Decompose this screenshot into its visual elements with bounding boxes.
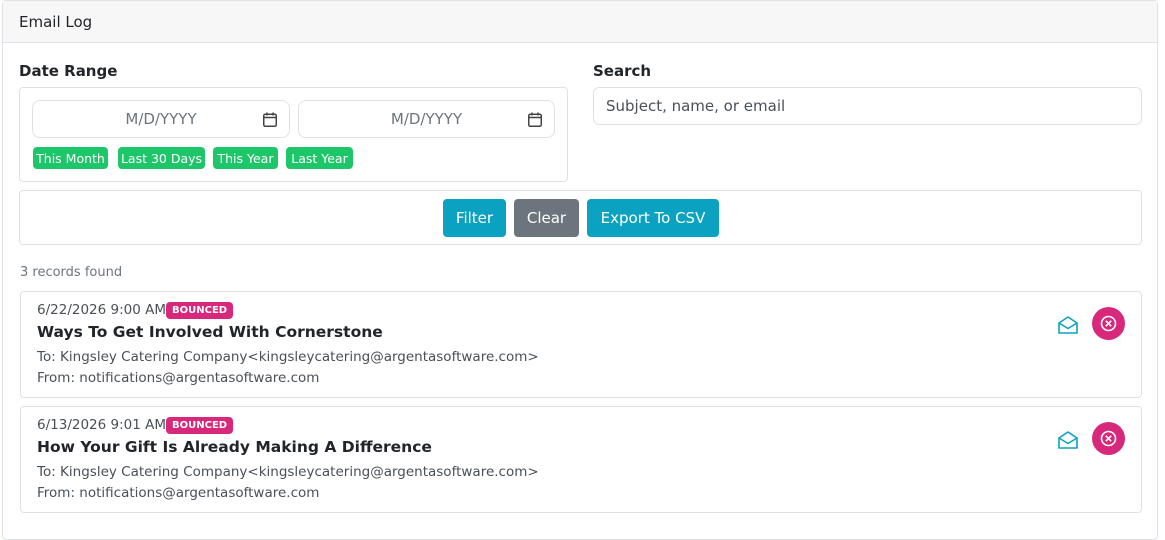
card-header: Email Log [3,1,1157,43]
email-to: To: Kingsley Catering Company<kingsleyca… [37,349,539,365]
start-date-placeholder: M/D/YYYY [125,110,197,128]
end-date-input[interactable]: M/D/YYYY [298,100,555,138]
status-badge: BOUNCED [166,302,234,319]
email-to: To: Kingsley Catering Company<kingsleyca… [37,464,539,480]
end-date-placeholder: M/D/YYYY [390,110,463,128]
search-label: Search [593,62,652,80]
envelope-open-icon[interactable] [1057,430,1079,450]
preset-this-month[interactable]: This Month [33,147,108,169]
email-from: From: notifications@argentasoftware.com [37,485,320,501]
email-log-card: Email Log Date Range M/D/YYYY M/D/YYYY T… [2,0,1158,540]
calendar-icon[interactable] [263,112,277,127]
export-csv-button[interactable]: Export To CSV [587,199,719,237]
email-datetime: 6/13/2026 9:01 AM [37,417,167,433]
preset-last-30-days[interactable]: Last 30 Days [118,147,205,169]
email-subject: Ways To Get Involved With Cornerstone [37,323,383,341]
action-bar [19,190,1142,245]
date-range-label: Date Range [19,62,118,80]
filter-button[interactable]: Filter [443,199,506,237]
status-badge: BOUNCED [166,417,234,434]
search-placeholder: Subject, name, or email [606,97,786,115]
circle-x-icon [1100,430,1117,447]
calendar-icon[interactable] [528,112,542,127]
email-item: 6/22/2026 9:00 AM BOUNCED Ways To Get In… [20,291,1142,398]
preset-this-year[interactable]: This Year [213,147,278,169]
remove-button[interactable] [1092,422,1125,455]
email-subject: How Your Gift Is Already Making A Differ… [37,438,432,456]
page-title: Email Log [19,13,93,31]
circle-x-icon [1100,315,1117,332]
remove-button[interactable] [1092,307,1125,340]
records-count: 3 records found [20,265,123,280]
clear-button[interactable]: Clear [514,199,579,237]
email-from: From: notifications@argentasoftware.com [37,370,320,386]
email-datetime: 6/22/2026 9:00 AM [37,302,167,318]
start-date-input[interactable]: M/D/YYYY [32,100,290,138]
envelope-open-icon[interactable] [1057,315,1079,335]
email-item: 6/13/2026 9:01 AM BOUNCED How Your Gift … [20,406,1142,513]
search-input[interactable]: Subject, name, or email [593,87,1142,125]
preset-last-year[interactable]: Last Year [286,147,353,169]
